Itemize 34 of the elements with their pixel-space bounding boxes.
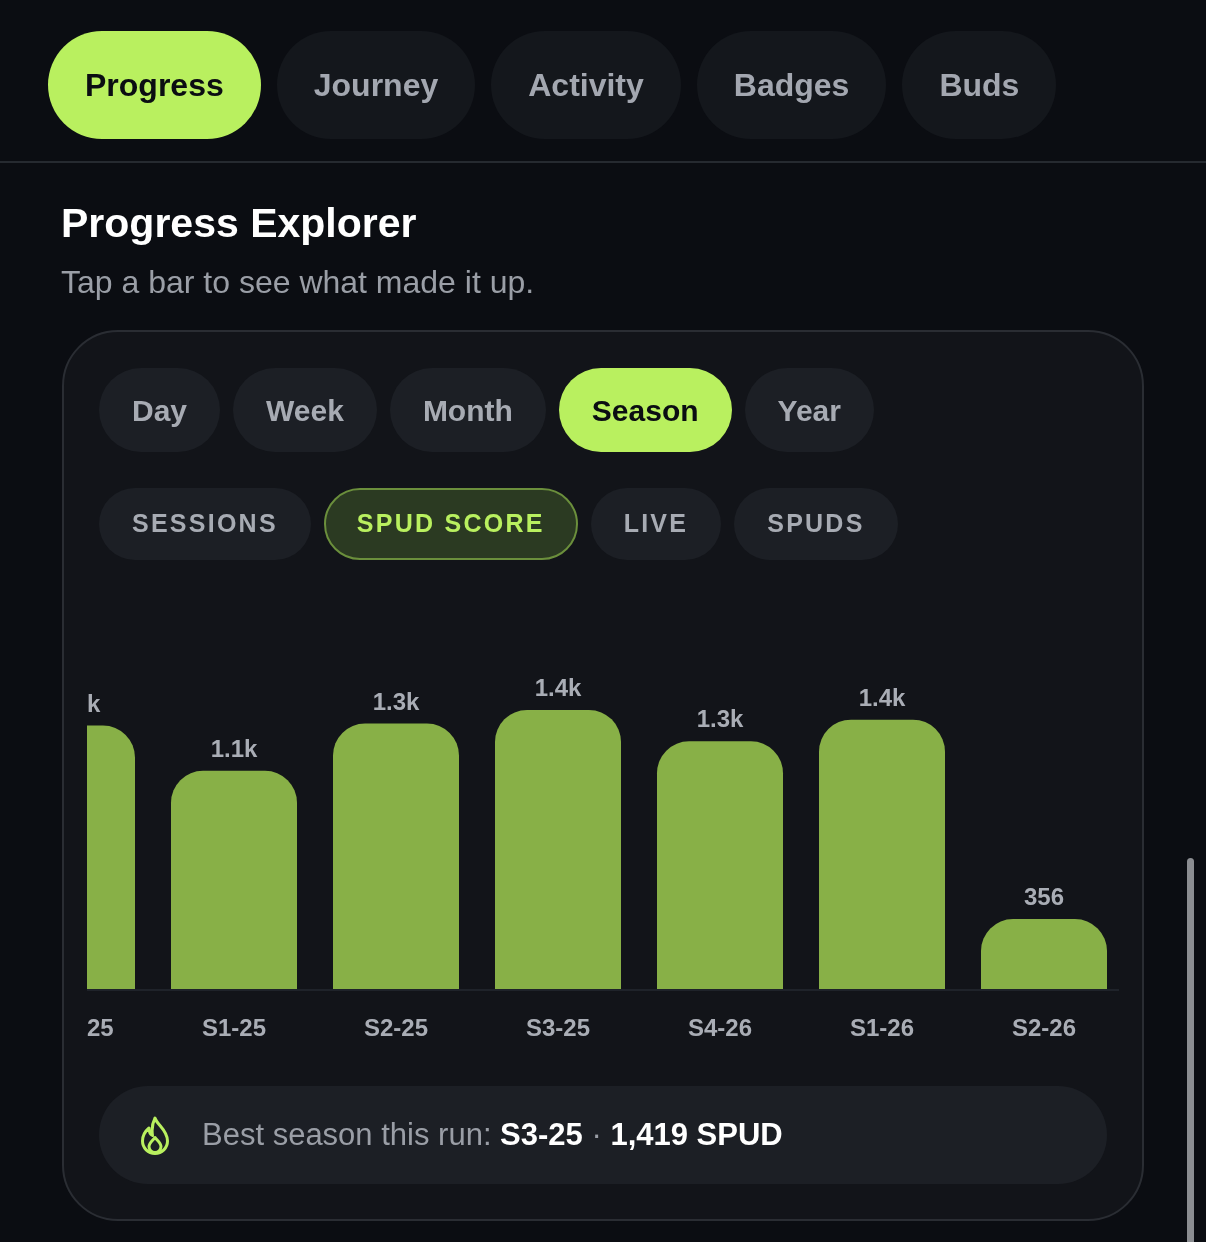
bar[interactable] [981, 919, 1107, 989]
nav-tab[interactable]: Journey [276, 31, 476, 139]
scrollbar-thumb[interactable] [1187, 858, 1194, 1242]
category-label: S1-25 [202, 1014, 266, 1041]
value-label: k [87, 689, 101, 717]
period-tab[interactable]: Year [744, 368, 874, 452]
value-label: 1.4k [534, 674, 582, 701]
metric-tab[interactable]: SPUD SCORE [323, 488, 578, 560]
nav-tab[interactable]: Activity [491, 31, 681, 139]
metric-tab[interactable]: LIVE [590, 488, 722, 560]
value-label: 1.3k [372, 687, 420, 715]
period-tab[interactable]: Month [389, 368, 546, 452]
period-tab[interactable]: Day [99, 368, 221, 452]
flame-icon [140, 1115, 170, 1155]
nav-tab[interactable]: Buds [902, 31, 1057, 139]
period-tab[interactable]: Week [233, 368, 377, 452]
category-label: S2-25 [364, 1014, 428, 1041]
period-tab[interactable]: Season [558, 368, 732, 452]
nav-tab[interactable]: Badges [696, 31, 887, 139]
value-label: 356 [1024, 883, 1064, 910]
value-label: 1.1k [210, 734, 258, 762]
summary-text: Best season this run: S3-25 · 1,419 SPUD [202, 1115, 783, 1154]
value-label: 1.4k [858, 683, 906, 711]
category-label: S1-26 [850, 1014, 914, 1041]
category-label: S4-26 [688, 1014, 752, 1041]
section-subtitle: Tap a bar to see what made it up. [61, 263, 535, 302]
metric-tab[interactable]: SESSIONS [99, 488, 311, 560]
nav-tab[interactable]: Progress [48, 31, 261, 139]
category-label: 25 [87, 1014, 114, 1041]
value-label: 1.3k [696, 705, 744, 733]
category-label: S3-25 [526, 1014, 590, 1041]
category-label: S2-26 [1012, 1014, 1076, 1041]
section-title: Progress Explorer [61, 199, 417, 248]
metric-tab[interactable]: SPUDS [734, 488, 898, 560]
